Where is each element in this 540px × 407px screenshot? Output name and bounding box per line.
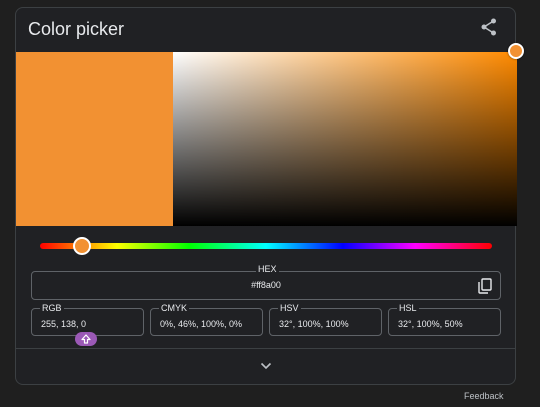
feedback-link[interactable]: Feedback bbox=[464, 391, 504, 401]
widget-title: Color picker bbox=[28, 19, 125, 39]
share-icon bbox=[481, 18, 496, 36]
hsl-value: 32°, 100%, 50% bbox=[398, 319, 463, 329]
hsv-value: 32°, 100%, 100% bbox=[279, 319, 349, 329]
hex-label: HEX bbox=[256, 264, 279, 274]
expand-button[interactable] bbox=[257, 358, 275, 374]
cmyk-value: 0%, 46%, 100%, 0% bbox=[160, 319, 243, 329]
color-swatch bbox=[16, 52, 173, 226]
saturation-value-handle[interactable] bbox=[508, 43, 524, 59]
shift-up-icon bbox=[81, 334, 91, 344]
hue-slider-track[interactable] bbox=[40, 243, 492, 249]
rgb-value: 255, 138, 0 bbox=[41, 319, 87, 329]
cmyk-label: CMYK bbox=[159, 303, 190, 313]
hex-field[interactable]: #ff8a00 bbox=[31, 271, 501, 300]
copy-button[interactable] bbox=[478, 278, 492, 294]
hsl-label: HSL bbox=[397, 303, 419, 313]
share-button[interactable] bbox=[478, 16, 500, 38]
hex-value: #ff8a00 bbox=[251, 280, 281, 290]
hsv-field[interactable]: HSV 32°, 100%, 100% bbox=[269, 303, 382, 336]
saturation-value-area[interactable] bbox=[173, 52, 517, 226]
rgb-label: RGB bbox=[40, 303, 64, 313]
shift-badge bbox=[75, 332, 97, 346]
hsl-field[interactable]: HSL 32°, 100%, 50% bbox=[388, 303, 501, 336]
cmyk-field[interactable]: CMYK 0%, 46%, 100%, 0% bbox=[150, 303, 263, 336]
chevron-down-icon bbox=[260, 362, 272, 370]
copy-icon bbox=[478, 278, 492, 294]
hue-slider-handle[interactable] bbox=[73, 237, 91, 255]
divider bbox=[16, 348, 516, 349]
hsv-label: HSV bbox=[278, 303, 301, 313]
